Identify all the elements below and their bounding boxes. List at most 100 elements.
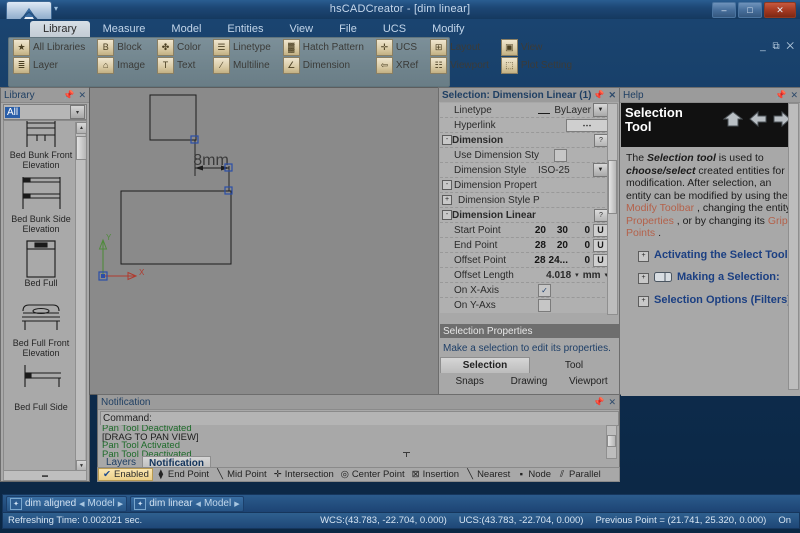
notification-scrollbar[interactable]	[606, 425, 617, 459]
property-value[interactable]: ByLayer ▼	[538, 103, 610, 117]
snap-center-point[interactable]: ◎ Center Point	[337, 469, 408, 480]
property-value[interactable]: ⋯	[538, 118, 610, 132]
ribbon-button-block[interactable]: B Block	[94, 39, 148, 56]
offset-point-z[interactable]: 0	[571, 255, 590, 266]
pin-icon[interactable]: 📌	[775, 90, 786, 101]
status-ortho-state[interactable]: On	[778, 515, 791, 526]
property-row-offset-point[interactable]: Offset Point 28 24... 0 U	[440, 253, 610, 268]
child-minimize-button[interactable]: _	[760, 41, 768, 52]
property-category-dimension[interactable]: - Dimension ?	[440, 133, 610, 148]
ribbon-button-ucs[interactable]: ✛ UCS	[373, 39, 421, 56]
back-arrow-icon[interactable]	[749, 110, 767, 131]
next-layout-icon[interactable]: ▶	[118, 500, 123, 508]
scroll-up-icon[interactable]: ▲	[76, 122, 86, 134]
property-value[interactable]: 20 30 0 U	[527, 223, 610, 237]
ribbon-tab-ucs[interactable]: UCS	[370, 21, 419, 37]
offset-length-value[interactable]: 4.018	[546, 270, 571, 281]
property-value[interactable]	[538, 298, 610, 312]
ribbon-button-viewport[interactable]: ☷ Viewport	[427, 57, 492, 74]
snap-end-point[interactable]: ⧫ End Point	[153, 469, 212, 480]
close-button[interactable]: ✕	[764, 2, 796, 18]
help-icon[interactable]: ?	[594, 133, 608, 147]
scrollbar-thumb[interactable]	[607, 435, 616, 447]
list-item[interactable]: Bed Bunk Side Elevation	[6, 173, 76, 237]
property-row-linetype[interactable]: Linetype ByLayer ▼	[440, 103, 610, 118]
property-value[interactable]: ISO-25 ▼	[538, 163, 610, 177]
prev-layout-icon[interactable]: ◀	[196, 500, 201, 508]
ribbon-button-plot-setting[interactable]: ⬚ Plot Setting	[498, 57, 575, 74]
prev-layout-icon[interactable]: ◀	[79, 500, 84, 508]
tab-selection[interactable]: Selection	[440, 357, 530, 373]
notification-log[interactable]: Pan Tool Deactivated [DRAG TO PAN VIEW] …	[100, 425, 615, 457]
snap-node[interactable]: ▪ Node	[513, 469, 554, 480]
command-input[interactable]: Command:	[100, 411, 619, 426]
minimize-button[interactable]: –	[712, 2, 736, 18]
child-restore-button[interactable]: ⧉	[772, 41, 781, 52]
ribbon-button-multiline[interactable]: ∕ Multiline	[210, 57, 274, 74]
property-value[interactable]: ✓	[538, 283, 610, 297]
unit-button[interactable]: U	[593, 238, 608, 252]
list-item[interactable]: Bed Full	[6, 237, 76, 291]
tab-viewport[interactable]: Viewport	[559, 373, 618, 389]
start-point-z[interactable]: 0	[571, 225, 590, 236]
ribbon-button-xref[interactable]: ⇦ XRef	[373, 57, 421, 74]
list-item[interactable]: Bed Full Side	[6, 361, 76, 415]
property-row-on-x-axis[interactable]: On X-Axis ✓	[440, 283, 610, 298]
help-link-modify-toolbar[interactable]: Modify Toolbar	[626, 202, 694, 214]
end-point-z[interactable]: 0	[571, 240, 590, 251]
unit-button[interactable]: U	[593, 223, 608, 237]
start-point-y[interactable]: 30	[549, 225, 568, 236]
help-link-properties[interactable]: Properties	[626, 215, 674, 227]
close-icon[interactable]: ✕	[790, 90, 798, 101]
expander-icon[interactable]: -	[442, 135, 452, 145]
property-row-start-point[interactable]: Start Point 20 30 0 U	[440, 223, 610, 238]
close-icon[interactable]: ✕	[608, 397, 616, 408]
next-layout-icon[interactable]: ▶	[234, 500, 239, 508]
checkbox-unchecked-icon[interactable]	[538, 298, 551, 312]
quick-access-dropdown-icon[interactable]: ▾	[54, 4, 58, 13]
ribbon-button-linetype[interactable]: ☰ Linetype	[210, 39, 274, 56]
snap-insertion[interactable]: ⊠ Insertion	[408, 469, 462, 480]
property-row-end-point[interactable]: End Point 28 20 0 U	[440, 238, 610, 253]
ribbon-tab-library[interactable]: Library	[30, 21, 90, 37]
library-horizontal-scrollbar[interactable]: ▬	[3, 470, 87, 481]
drawing-canvas-panel[interactable]: 8mm Y X	[89, 87, 439, 395]
unit-button[interactable]: U	[593, 253, 608, 267]
close-icon[interactable]: ✕	[78, 90, 86, 101]
end-point-x[interactable]: 28	[527, 240, 546, 251]
pin-icon[interactable]: 📌	[593, 397, 604, 408]
tab-tool[interactable]: Tool	[530, 357, 618, 373]
ribbon-button-dimension[interactable]: ∠ Dimension	[280, 57, 367, 74]
hyperlink-ellipsis-button[interactable]: ⋯	[566, 118, 608, 132]
scrollbar-thumb[interactable]	[608, 160, 617, 214]
library-filter-dropdown[interactable]: All ▾	[3, 104, 87, 120]
ribbon-tab-measure[interactable]: Measure	[90, 21, 159, 37]
start-point-x[interactable]: 20	[527, 225, 546, 236]
ribbon-tab-modify[interactable]: Modify	[419, 21, 477, 37]
property-row-on-y-axis[interactable]: On Y-Axs	[440, 298, 610, 312]
list-item[interactable]: Bed Bunk Front Elevation	[6, 121, 76, 173]
help-scrollbar[interactable]	[788, 103, 799, 390]
property-row-dimension-style[interactable]: Dimension Style ISO-25 ▼	[440, 163, 610, 178]
property-row-offset-length[interactable]: Offset Length 4.018 ▾ mm ▾	[440, 268, 610, 283]
ribbon-tab-file[interactable]: File	[326, 21, 370, 37]
checkbox-unchecked-icon[interactable]	[554, 148, 567, 162]
tab-snaps[interactable]: Snaps	[440, 373, 499, 389]
chevron-down-icon[interactable]: ▼	[593, 163, 608, 177]
expander-icon[interactable]: +	[638, 272, 649, 284]
property-category-dimension-style-properties[interactable]: + Dimension Style P	[440, 193, 610, 208]
help-section-making-a-selection[interactable]: + Making a Selection:	[626, 271, 799, 286]
drawing-canvas[interactable]: 8mm Y X	[90, 88, 436, 392]
snap-toggle-enabled[interactable]: ✔ Enabled	[98, 468, 153, 481]
help-section-activating-select-tool[interactable]: + Activating the Select Tool:	[626, 249, 799, 262]
offset-point-x[interactable]: 28	[527, 255, 545, 266]
ribbon-button-image[interactable]: ⌂ Image	[94, 57, 148, 74]
expander-icon[interactable]: +	[638, 296, 649, 307]
snap-parallel[interactable]: ⫽ Parallel	[554, 469, 604, 480]
property-value[interactable]: 28 24... 0 U	[527, 253, 610, 267]
property-value[interactable]: 28 20 0 U	[527, 238, 610, 252]
properties-scrollbar[interactable]	[607, 103, 618, 315]
maximize-button[interactable]: □	[738, 2, 762, 18]
snap-nearest[interactable]: ╲ Nearest	[462, 469, 513, 480]
property-value[interactable]	[554, 148, 610, 162]
